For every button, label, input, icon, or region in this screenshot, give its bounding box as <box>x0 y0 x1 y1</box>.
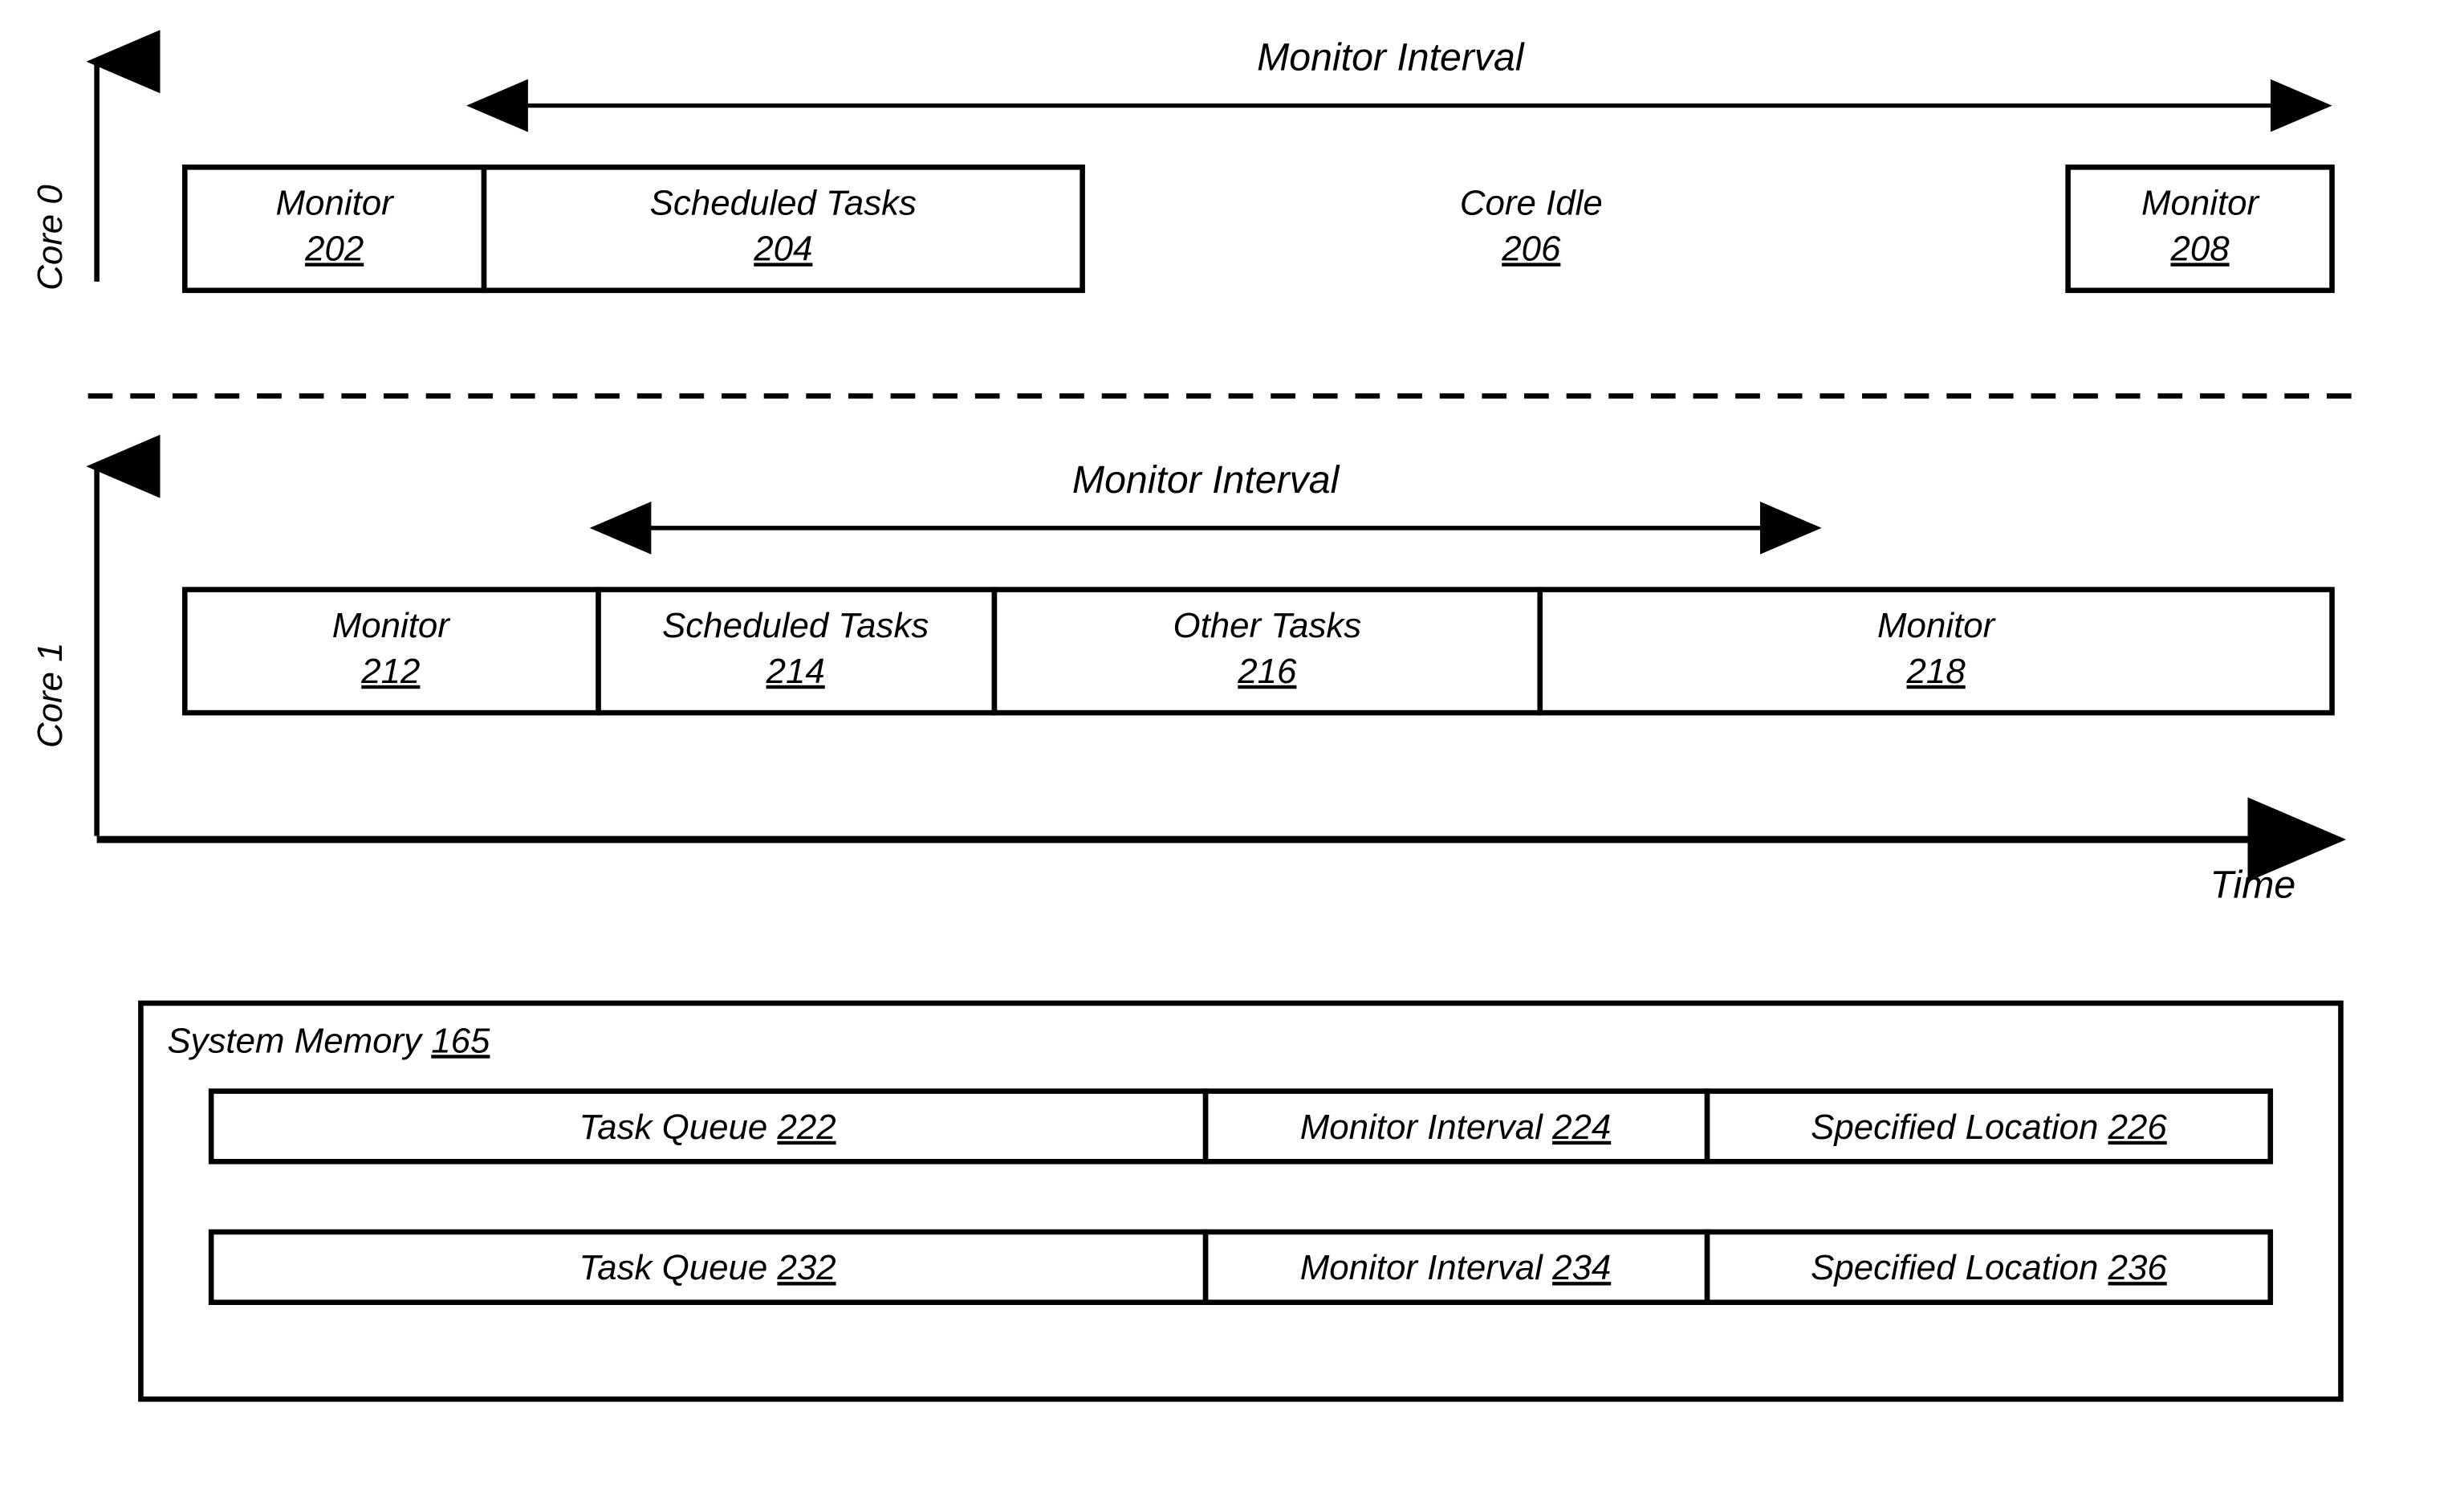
core1-other-216: Other Tasks 216 <box>994 590 1540 713</box>
core1-other-title: Other Tasks <box>1173 606 1361 645</box>
svg-text:Specified Location: Specified Location 226 <box>1811 1108 2167 1147</box>
memory-row-2: Task Queue 232 Monitor Interval 234 Spec… <box>211 1232 2271 1303</box>
memory-row-1: Task Queue 222 Monitor Interval 224 Spec… <box>211 1092 2271 1162</box>
core1-monitor-218: Monitor 218 <box>1540 590 2332 713</box>
core1-interval-label: Monitor Interval <box>1072 458 1340 502</box>
specified-location-236-ref: 236 <box>2108 1248 2168 1287</box>
core0-monitor-202: Monitor 202 <box>185 167 484 290</box>
monitor-interval-234-title: Monitor Interval <box>1300 1248 1543 1287</box>
task-queue-232-title: Task Queue <box>579 1248 767 1287</box>
core0-monitor-208: Monitor 208 <box>2068 167 2332 290</box>
core0-idle-ref: 206 <box>1501 230 1561 269</box>
svg-text:System Memory 16: System Memory 165 <box>167 1021 490 1060</box>
core1-scheduled-ref: 214 <box>766 652 825 691</box>
core1-monitor-212: Monitor 212 <box>185 590 598 713</box>
core0-monitor2-ref: 208 <box>2169 230 2230 269</box>
core0-monitor1-ref: 202 <box>304 230 364 269</box>
monitor-interval-224-ref: 224 <box>1551 1108 1611 1147</box>
core1-scheduled-214: Scheduled Tasks 214 <box>599 590 994 713</box>
svg-text:Task Queue 2: Task Queue 232 <box>579 1248 836 1287</box>
core0-monitor1-title: Monitor <box>276 184 396 223</box>
core0-idle-title: Core Idle <box>1460 184 1603 223</box>
specified-location-226-ref: 226 <box>2108 1108 2168 1147</box>
core0-scheduled-title: Scheduled Tasks <box>650 184 917 223</box>
system-memory-ref: 165 <box>431 1021 490 1060</box>
core0-monitor2-title: Monitor <box>2141 184 2261 223</box>
core1-other-ref: 216 <box>1237 652 1297 691</box>
diagram-svg: Core 0 Monitor Interval Monitor 202 Sche… <box>0 0 2464 1496</box>
core1-scheduled-title: Scheduled Tasks <box>662 606 929 645</box>
svg-text:Specified Location: Specified Location 236 <box>1811 1248 2167 1287</box>
core0-interval-label: Monitor Interval <box>1257 36 1525 79</box>
task-queue-232-ref: 232 <box>776 1248 836 1287</box>
svg-text:Monitor Interval: Monitor Interval 234 <box>1300 1248 1612 1287</box>
task-queue-222-title: Task Queue <box>579 1108 767 1147</box>
core0-idle-206: Core Idle 206 <box>1460 184 1603 269</box>
system-memory-box: System Memory 165 Task Queue 222 Monitor… <box>140 1003 2340 1399</box>
specified-location-226-title: Specified Location <box>1811 1108 2098 1147</box>
core0-axis-label: Core 0 <box>30 185 70 291</box>
specified-location-236-title: Specified Location <box>1811 1248 2098 1287</box>
svg-text:Task Queue 2: Task Queue 222 <box>579 1108 836 1147</box>
monitor-interval-234-ref: 234 <box>1551 1248 1611 1287</box>
svg-text:Monitor Interval: Monitor Interval 224 <box>1300 1108 1612 1147</box>
task-queue-222-ref: 222 <box>776 1108 836 1147</box>
monitor-interval-224-title: Monitor Interval <box>1300 1108 1543 1147</box>
core1-monitor1-ref: 212 <box>360 652 420 691</box>
system-memory-title: System Memory <box>167 1021 424 1060</box>
core1-axis-label: Core 1 <box>30 642 70 748</box>
time-axis-label: Time <box>2210 863 2295 906</box>
core1-monitor2-title: Monitor <box>1877 606 1997 645</box>
core1-monitor1-title: Monitor <box>332 606 452 645</box>
core1-monitor2-ref: 218 <box>1906 652 1966 691</box>
core0-scheduled-204: Scheduled Tasks 204 <box>484 167 1083 290</box>
core0-scheduled-ref: 204 <box>753 230 812 269</box>
